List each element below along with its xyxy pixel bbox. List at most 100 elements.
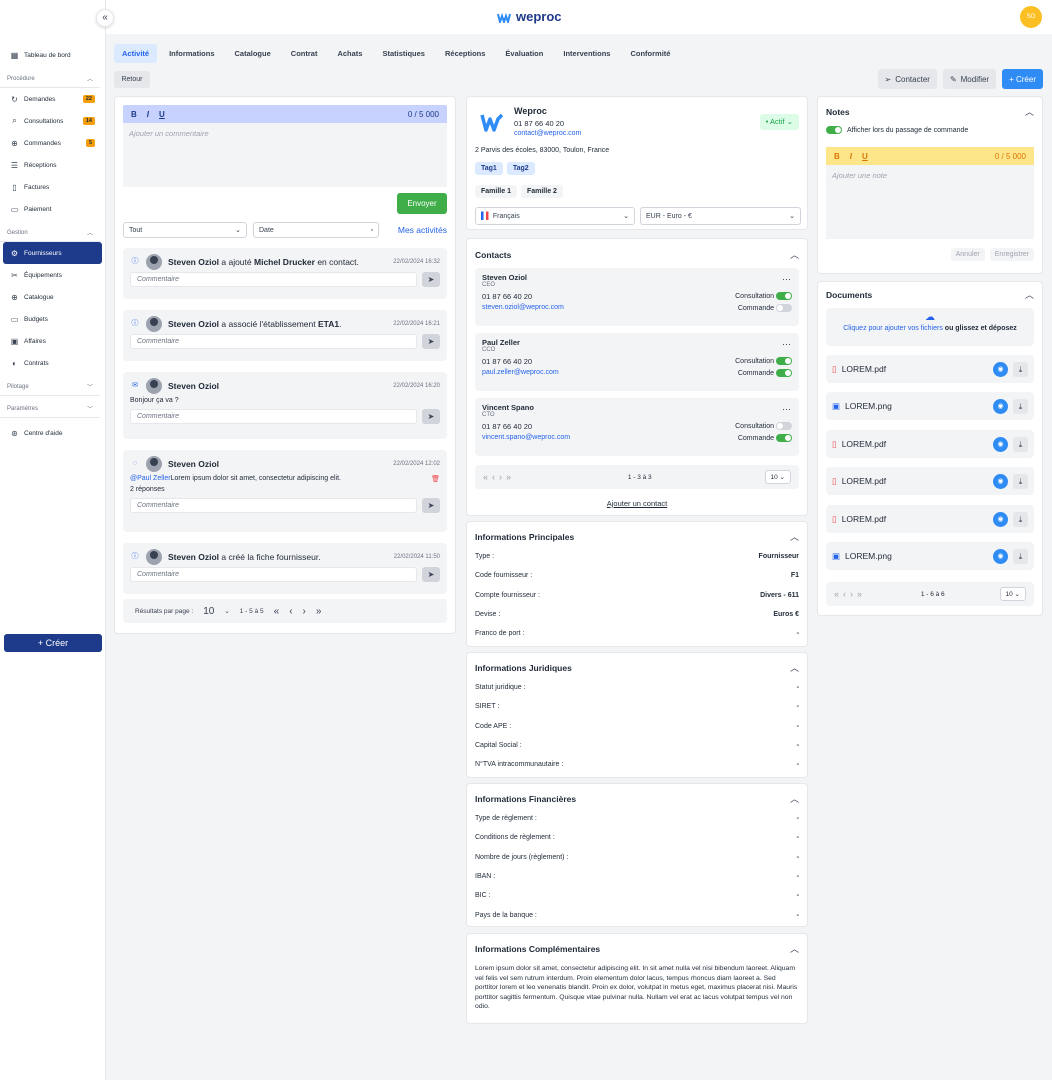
chevron-up-icon[interactable]: ︿ <box>790 248 799 261</box>
send-comment-icon[interactable]: ➤ <box>422 334 440 349</box>
tab-evaluation[interactable]: Évaluation <box>497 44 551 63</box>
send-comment-icon[interactable]: ➤ <box>422 567 440 582</box>
page-size-select[interactable]: 10 ⌄ <box>999 587 1026 601</box>
sidebar-item-help[interactable]: ⊛ Centre d'aide <box>3 422 102 444</box>
bold-icon[interactable]: B <box>131 110 137 119</box>
collapse-sidebar-icon[interactable]: « <box>96 9 114 27</box>
tab-catalogue[interactable]: Catalogue <box>227 44 279 63</box>
chevron-down-icon[interactable]: ⌄ <box>224 607 229 615</box>
consultation-toggle[interactable] <box>776 357 792 365</box>
download-icon[interactable]: ⤓ <box>1013 398 1028 414</box>
chevron-up-icon[interactable]: ︿ <box>790 530 799 543</box>
consultation-toggle[interactable] <box>776 292 792 300</box>
tab-activite[interactable]: Activité <box>114 44 158 63</box>
eye-icon[interactable]: ◉ <box>993 398 1008 414</box>
more-icon[interactable]: ··· <box>782 404 791 414</box>
family-chip[interactable]: Famille 1 <box>475 185 517 198</box>
page-nav-icon[interactable]: «‹›» <box>834 589 866 599</box>
italic-icon[interactable]: I <box>850 152 852 161</box>
bold-icon[interactable]: B <box>834 152 840 161</box>
eye-icon[interactable]: ◉ <box>993 361 1008 377</box>
contact-button[interactable]: ➢ Contacter <box>877 69 937 89</box>
date-filter-input[interactable]: Date ▫ <box>253 222 379 238</box>
sidebar-item-contrats[interactable]: ◐ Contrats <box>3 352 102 374</box>
note-textarea[interactable]: Ajouter une note <box>826 165 1034 239</box>
download-icon[interactable]: ⤓ <box>1013 361 1028 377</box>
eye-icon[interactable]: ◉ <box>993 511 1008 527</box>
chevron-up-icon[interactable]: ︿ <box>1025 105 1034 118</box>
sidebar-item-equipements[interactable]: ✂ Équipements <box>3 264 102 286</box>
comment-input[interactable]: Commentaire <box>130 272 417 287</box>
sidebar-item-affaires[interactable]: ▣ Affaires <box>3 330 102 352</box>
comment-input[interactable]: Commentaire <box>130 334 417 349</box>
send-comment-icon[interactable]: ➤ <box>422 409 440 424</box>
send-comment-icon[interactable]: ➤ <box>422 498 440 513</box>
replies-link[interactable]: 2 réponses <box>123 486 447 496</box>
sidebar-section-procedure[interactable]: Procédure ︿ <box>0 70 100 88</box>
type-filter-select[interactable]: Tout ⌄ <box>123 222 247 238</box>
download-icon[interactable]: ⤓ <box>1013 473 1028 489</box>
upload-dropzone[interactable]: ☁ Cliquez pour ajouter vos fichiers ou g… <box>826 308 1034 346</box>
sidebar-item-dashboard[interactable]: ▦ Tableau de bord <box>3 44 102 66</box>
sidebar-section-gestion[interactable]: Gestion ︿ <box>0 224 100 242</box>
sidebar-item-factures[interactable]: ▯ Factures <box>3 176 102 198</box>
download-icon[interactable]: ⤓ <box>1013 436 1028 452</box>
chevron-up-icon[interactable]: ︿ <box>790 661 799 674</box>
eye-icon[interactable]: ◉ <box>993 548 1008 564</box>
show-on-order-toggle[interactable] <box>826 126 842 134</box>
create-button[interactable]: + Créer <box>1002 69 1043 89</box>
save-button[interactable]: Enregistrer <box>989 248 1034 261</box>
sidebar-item-consultations[interactable]: ⌕ Consultations 14 <box>3 110 102 132</box>
send-button[interactable]: Envoyer <box>397 193 447 214</box>
add-contact-link[interactable]: Ajouter un contact <box>467 499 807 508</box>
sidebar-item-budgets[interactable]: ▭ Budgets <box>3 308 102 330</box>
chevron-up-icon[interactable]: ︿ <box>790 942 799 955</box>
tab-contrat[interactable]: Contrat <box>283 44 326 63</box>
more-icon[interactable]: ··· <box>782 274 791 284</box>
next-page-icon[interactable]: › <box>303 606 306 617</box>
sidebar-item-receptions[interactable]: ☰ Réceptions <box>3 154 102 176</box>
user-avatar[interactable]: SO <box>1020 6 1042 28</box>
prev-page-icon[interactable]: ‹ <box>289 606 292 617</box>
download-icon[interactable]: ⤓ <box>1013 548 1028 564</box>
eye-icon[interactable]: ◉ <box>993 436 1008 452</box>
tab-statistiques[interactable]: Statistiques <box>374 44 433 63</box>
page-nav-icon[interactable]: «‹›» <box>483 472 515 482</box>
commande-toggle[interactable] <box>776 369 792 377</box>
back-button[interactable]: Retour <box>114 71 150 88</box>
edit-button[interactable]: ✎ Modifier <box>942 69 997 89</box>
tab-conformite[interactable]: Conformité <box>622 44 678 63</box>
language-select[interactable]: ▌▌ Français ⌄ <box>475 207 635 225</box>
comment-input[interactable]: Commentaire <box>130 567 417 582</box>
first-page-icon[interactable]: « <box>274 606 280 617</box>
tab-achats[interactable]: Achats <box>329 44 370 63</box>
commande-toggle[interactable] <box>776 434 792 442</box>
sidebar-item-fournisseurs[interactable]: ⚙ Fournisseurs <box>3 242 102 264</box>
status-select[interactable]: • Actif ⌄ <box>759 114 799 130</box>
sidebar-item-paiement[interactable]: ▭ Paiement <box>3 198 102 220</box>
commande-toggle[interactable] <box>776 304 792 312</box>
sidebar-section-pilotage[interactable]: Pilotage ﹀ <box>0 378 100 396</box>
download-icon[interactable]: ⤓ <box>1013 511 1028 527</box>
comment-input[interactable]: Commentaire <box>130 498 417 513</box>
last-page-icon[interactable]: » <box>316 606 322 617</box>
underline-icon[interactable]: U <box>159 110 165 119</box>
sidebar-item-commandes[interactable]: ⊕ Commandes 5 <box>3 132 102 154</box>
chevron-up-icon[interactable]: ︿ <box>1025 288 1034 301</box>
italic-icon[interactable]: I <box>147 110 149 119</box>
chevron-up-icon[interactable]: ︿ <box>790 792 799 805</box>
sidebar-item-demandes[interactable]: ↻ Demandes 22 <box>3 88 102 110</box>
supplier-email[interactable]: contact@weproc.com <box>514 130 581 137</box>
tab-informations[interactable]: Informations <box>161 44 222 63</box>
eye-icon[interactable]: ◉ <box>993 473 1008 489</box>
tag-chip[interactable]: Tag1 <box>475 162 503 175</box>
cancel-button[interactable]: Annuler <box>950 248 985 261</box>
send-comment-icon[interactable]: ➤ <box>422 272 440 287</box>
underline-icon[interactable]: U <box>862 152 868 161</box>
tab-interventions[interactable]: Interventions <box>555 44 618 63</box>
comment-input[interactable]: Commentaire <box>130 409 417 424</box>
currency-select[interactable]: EUR - Euro - € ⌄ <box>640 207 801 225</box>
sidebar-item-catalogue[interactable]: ⊕ Catalogue <box>3 286 102 308</box>
my-activities-link[interactable]: Mes activités <box>398 225 447 235</box>
more-icon[interactable]: ··· <box>782 339 791 349</box>
